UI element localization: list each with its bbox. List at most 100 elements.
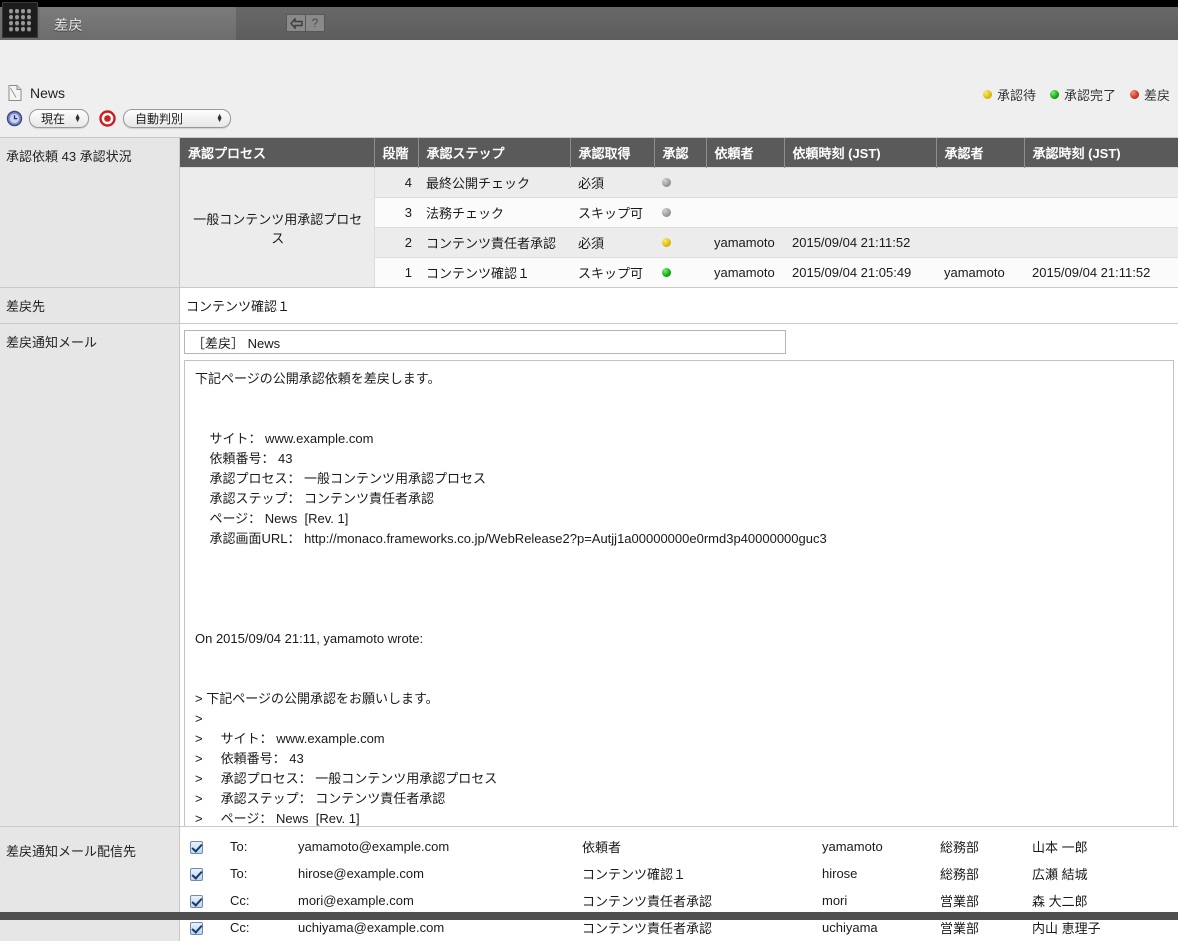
record-target-icon (99, 110, 116, 127)
approval-status-row: 承認依頼 43 承認状況 承認プロセス 段階 承認ステップ 承認取得 承認 依頼… (0, 138, 1178, 288)
mail-editor: 下記ページの公開承認依頼を差戻します。 サイト： www.example.com… (180, 324, 1178, 826)
legend-item-approved: 承認完了 (1049, 85, 1116, 104)
title-bar: 差戻 ? (0, 0, 1178, 40)
yellow-dot-icon (662, 238, 671, 247)
mode-select-value: 自動判別 (135, 112, 184, 126)
return-destination-label: 差戻先 (0, 288, 180, 323)
col-requester: 依頼者 (705, 138, 784, 168)
return-mail-label: 差戻通知メール (0, 324, 180, 826)
legend-item-returned: 差戻 (1129, 85, 1170, 104)
recipient-role: コンテンツ確認１ (576, 860, 816, 887)
document-header: News 現在 ▲ ▼ 自動判別 ▲ ▼ 承認待 承認完了 差戻 (0, 40, 1178, 184)
recipient-name: 山本 一郎 (1026, 833, 1178, 860)
clock-icon (6, 110, 23, 127)
recipient-department: 営業部 (934, 887, 1026, 914)
mail-subject-input[interactable] (184, 330, 786, 354)
cell-step: コンテンツ確認１ (418, 257, 570, 287)
back-icon[interactable] (286, 14, 306, 32)
page-document-icon (8, 85, 22, 101)
recipient-email: hirose@example.com (280, 860, 576, 887)
tab-strip (236, 7, 1178, 40)
cell-requirement: 必須 (570, 227, 654, 258)
cell-approve-time: 2015/09/04 21:11:52 (1024, 257, 1178, 287)
cell-requirement: スキップ可 (570, 197, 654, 228)
col-step: 承認ステップ (417, 138, 570, 168)
recipient-checkbox[interactable] (190, 841, 203, 855)
recipient-checkbox-cell (180, 860, 214, 887)
table-row[interactable]: To: hirose@example.com コンテンツ確認１ hirose 総務部 広瀬… (180, 860, 1178, 887)
grid-dots-icon (2, 2, 38, 38)
mode-select[interactable]: 自動判別 ▲ ▼ (123, 109, 231, 128)
table-row[interactable]: To: yamamoto@example.com 依頼者 yamamoto 総務部 山本 … (180, 833, 1178, 860)
cell-requester (706, 197, 784, 228)
cell-approver (936, 167, 1024, 198)
approval-status-value: 承認プロセス 段階 承認ステップ 承認取得 承認 依頼者 依頼時刻 (JST) … (180, 138, 1178, 287)
recipient-checkbox-cell (180, 887, 214, 914)
recipient-checkbox[interactable] (190, 922, 203, 936)
tab-label: 差戻 (54, 17, 83, 33)
col-stage: 段階 (373, 138, 418, 168)
cell-stage: 3 (374, 197, 418, 228)
mail-recipients-label: 差戻通知メール配信先 (0, 827, 180, 941)
cell-step: 最終公開チェック (418, 167, 570, 198)
help-icon[interactable]: ? (305, 14, 325, 32)
green-dot-icon (662, 268, 671, 277)
cell-request-time: 2015/09/04 21:05:49 (784, 257, 936, 287)
chevron-updown-icon: ▲ ▼ (216, 112, 223, 124)
green-dot-icon (1049, 90, 1059, 99)
gray-dot-icon (662, 178, 671, 187)
cell-request-time: 2015/09/04 21:11:52 (784, 227, 936, 258)
status-legend: 承認待 承認完了 差戻 (969, 85, 1170, 104)
window-bottom-strip (0, 912, 1178, 920)
recipient-department: 総務部 (934, 833, 1026, 860)
chevron-updown-icon: ▲ ▼ (74, 112, 81, 124)
legend-item-pending: 承認待 (982, 85, 1036, 104)
legend-label-approved: 承認完了 (1063, 88, 1116, 103)
return-mail-row: 差戻通知メール 下記ページの公開承認依頼を差戻します。 サイト： www.exa… (0, 324, 1178, 827)
toolbar-icon-group: ? (286, 14, 325, 32)
col-request-time: 依頼時刻 (JST) (783, 138, 936, 168)
status-badge (654, 197, 706, 228)
col-requirement: 承認取得 (569, 138, 654, 168)
recipient-account: mori (816, 887, 934, 914)
approval-process-name: 一般コンテンツ用承認プロセス (180, 167, 375, 287)
red-dot-icon (1129, 90, 1139, 99)
col-approver: 承認者 (935, 138, 1024, 168)
cell-approve-time (1024, 197, 1178, 228)
recipients-table: To: yamamoto@example.com 依頼者 yamamoto 総務部 山本 … (180, 833, 1178, 941)
recipient-type: Cc: (214, 887, 280, 914)
time-select-value: 現在 (41, 112, 66, 126)
mail-body-text: 下記ページの公開承認依頼を差戻します。 サイト： www.example.com… (195, 371, 827, 826)
window-top-strip (0, 0, 1178, 7)
recipient-account: yamamoto (816, 833, 934, 860)
cell-approver (936, 197, 1024, 228)
table-row[interactable]: 一般コンテンツ用承認プロセス 4 最終公開チェック 必須 (180, 167, 1178, 287)
cell-approver (936, 227, 1024, 258)
tab-sashimodoshi[interactable]: 差戻 (40, 7, 236, 40)
approval-table: 承認プロセス 段階 承認ステップ 承認取得 承認 依頼者 依頼時刻 (JST) … (180, 138, 1178, 287)
return-destination-value: コンテンツ確認１ (186, 299, 291, 314)
cell-stage: 1 (374, 257, 418, 287)
gray-dot-icon (662, 208, 671, 217)
table-row[interactable]: Cc: mori@example.com コンテンツ責任者承認 mori 営業部森 大二… (180, 887, 1178, 914)
time-select[interactable]: 現在 ▲ ▼ (29, 109, 89, 128)
cell-step: コンテンツ責任者承認 (418, 227, 570, 258)
approval-table-header-row: 承認プロセス 段階 承認ステップ 承認取得 承認 依頼者 依頼時刻 (JST) … (180, 138, 1178, 168)
approval-status-label: 承認依頼 43 承認状況 (0, 138, 180, 287)
recipient-checkbox-cell (180, 833, 214, 860)
status-badge (654, 167, 706, 198)
col-process: 承認プロセス (180, 138, 374, 168)
recipient-checkbox[interactable] (190, 868, 203, 882)
recipient-name: 広瀬 結城 (1026, 860, 1178, 887)
cell-requester (706, 167, 784, 198)
page-title: News (30, 85, 66, 101)
recipient-name: 森 大二郎 (1026, 887, 1178, 914)
cell-approve-time (1024, 227, 1178, 258)
recipient-type: To: (214, 833, 280, 860)
return-destination-row: 差戻先 コンテンツ確認１ (0, 288, 1178, 324)
recipient-checkbox[interactable] (190, 895, 203, 909)
cell-requirement: スキップ可 (570, 257, 654, 287)
cell-stage: 2 (374, 227, 418, 258)
cell-request-time (784, 197, 936, 228)
mail-body-box[interactable]: 下記ページの公開承認依頼を差戻します。 サイト： www.example.com… (184, 360, 1174, 826)
